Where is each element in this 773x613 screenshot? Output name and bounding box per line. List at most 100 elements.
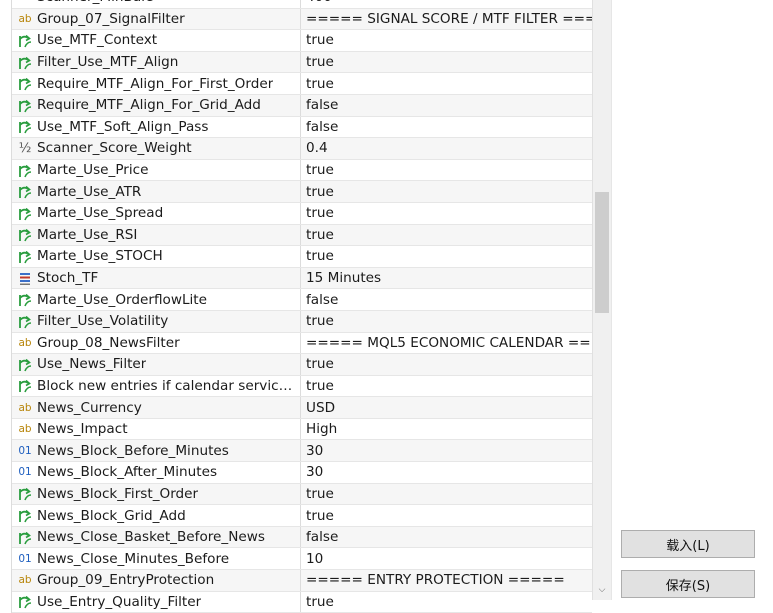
boolean-type-icon bbox=[16, 313, 34, 329]
param-value[interactable]: 0.4 bbox=[301, 138, 592, 159]
param-value[interactable]: ===== SIGNAL SCORE / MTF FILTER ===== bbox=[301, 9, 592, 30]
param-row[interactable]: 01 News_Close_Minutes_Before 10 bbox=[12, 548, 592, 571]
param-value[interactable]: USD bbox=[301, 397, 592, 418]
param-name-cell: Marte_Use_Spread bbox=[12, 202, 301, 224]
param-value[interactable]: true bbox=[301, 225, 592, 246]
param-row[interactable]: News_Block_Grid_Add true bbox=[12, 505, 592, 527]
param-name: News_Impact bbox=[37, 421, 128, 438]
param-name-cell: Block new entries if calendar service is… bbox=[12, 375, 301, 397]
param-value[interactable]: ===== ENTRY PROTECTION ===== bbox=[301, 570, 592, 591]
param-name: Group_09_EntryProtection bbox=[37, 572, 215, 589]
param-row[interactable]: ab Group_08_NewsFilter ===== MQL5 ECONOMIC… bbox=[12, 332, 592, 355]
integer-type-icon: 01 bbox=[18, 466, 32, 479]
param-row[interactable]: Require_MTF_Align_For_Grid_Add false bbox=[12, 94, 592, 117]
param-value[interactable]: true bbox=[301, 246, 592, 267]
vertical-scrollbar[interactable]: ⌵ bbox=[592, 0, 611, 600]
param-value[interactable]: false bbox=[301, 117, 592, 138]
param-row[interactable]: Marte_Use_OrderflowLite false bbox=[12, 289, 592, 311]
param-row[interactable]: Use_News_Filter true bbox=[12, 354, 592, 376]
param-name-cell: Stoch_TF bbox=[12, 267, 301, 289]
param-name-cell: Marte_Use_STOCH bbox=[12, 246, 301, 267]
param-name: Marte_Use_ATR bbox=[37, 183, 142, 200]
param-value[interactable]: true bbox=[301, 311, 592, 332]
param-row[interactable]: 01 News_Block_After_Minutes 30 bbox=[12, 462, 592, 484]
param-value[interactable]: ===== MQL5 ECONOMIC CALENDAR ===== bbox=[301, 333, 592, 354]
param-name-cell: 01 News_Block_Before_Minutes bbox=[12, 440, 301, 462]
param-row[interactable]: Marte_Use_ATR true bbox=[12, 181, 592, 203]
param-name: Scanner_Score_Weight bbox=[37, 140, 192, 157]
param-value[interactable]: true bbox=[301, 376, 592, 397]
param-value[interactable]: 10 bbox=[301, 548, 592, 569]
param-value[interactable]: 400 bbox=[301, 0, 592, 8]
param-row[interactable]: News_Close_Basket_Before_News false bbox=[12, 526, 592, 549]
param-name-cell: News_Block_Grid_Add bbox=[12, 505, 301, 526]
param-value[interactable]: true bbox=[301, 484, 592, 505]
param-row[interactable]: Marte_Use_RSI true bbox=[12, 224, 592, 247]
param-value[interactable]: true bbox=[301, 73, 592, 94]
param-row[interactable]: Use_MTF_Context true bbox=[12, 30, 592, 52]
scrollbar-thumb[interactable] bbox=[595, 192, 609, 313]
param-row[interactable]: Use_Entry_Quality_Filter true bbox=[12, 591, 592, 613]
param-value[interactable]: false bbox=[301, 527, 592, 548]
param-value[interactable]: true bbox=[301, 160, 592, 181]
integer-type-icon: 01 bbox=[18, 444, 32, 457]
param-row[interactable]: Filter_Use_Volatility true bbox=[12, 310, 592, 333]
param-name: Scanner_MinBars bbox=[37, 0, 154, 5]
param-row[interactable]: ab News_Currency USD bbox=[12, 397, 592, 419]
param-name: News_Block_Before_Minutes bbox=[37, 442, 229, 459]
param-name-cell: Marte_Use_RSI bbox=[12, 224, 301, 246]
integer-type-icon: 01 bbox=[18, 552, 32, 565]
boolean-type-icon bbox=[16, 162, 34, 178]
param-value[interactable]: 30 bbox=[301, 462, 592, 483]
param-name: News_Block_Grid_Add bbox=[37, 507, 186, 524]
param-value[interactable]: 30 bbox=[301, 440, 592, 461]
param-value[interactable]: 15 Minutes bbox=[301, 268, 592, 289]
boolean-type-icon bbox=[16, 356, 34, 372]
param-row[interactable]: 01Scanner_MinBars400 bbox=[12, 0, 592, 9]
param-value[interactable]: true bbox=[301, 203, 592, 224]
param-value[interactable]: true bbox=[301, 52, 592, 73]
param-row[interactable]: News_Block_First_Order true bbox=[12, 483, 592, 506]
param-value[interactable]: true bbox=[301, 505, 592, 526]
param-row[interactable]: Stoch_TF 15 Minutes bbox=[12, 267, 592, 290]
param-value[interactable]: true bbox=[301, 30, 592, 51]
param-row[interactable]: ab Group_07_SignalFilter ===== SIGNAL SCOR… bbox=[12, 8, 592, 31]
param-name: News_Block_After_Minutes bbox=[37, 464, 218, 481]
save-button[interactable]: 保存(S) bbox=[621, 570, 755, 598]
param-value[interactable]: true bbox=[301, 181, 592, 202]
param-name-cell: Marte_Use_Price bbox=[12, 159, 301, 181]
param-name: Marte_Use_Price bbox=[37, 162, 149, 179]
param-row[interactable]: Filter_Use_MTF_Align true bbox=[12, 51, 592, 74]
param-value[interactable]: false bbox=[301, 95, 592, 116]
param-name: Use_MTF_Context bbox=[37, 32, 158, 49]
param-value[interactable]: true bbox=[301, 592, 592, 613]
param-row[interactable]: Require_MTF_Align_For_First_Order true bbox=[12, 73, 592, 95]
param-row[interactable]: ab Group_09_EntryProtection ===== ENTRY PR… bbox=[12, 570, 592, 592]
param-row[interactable]: Block new entries if calendar service is… bbox=[12, 375, 592, 398]
param-row[interactable]: Marte_Use_Price true bbox=[12, 159, 592, 182]
double-type-icon: ½ bbox=[18, 140, 32, 156]
param-row[interactable]: 01 News_Block_Before_Minutes 30 bbox=[12, 440, 592, 463]
load-button[interactable]: 载入(L) bbox=[621, 530, 755, 558]
boolean-type-icon bbox=[16, 248, 34, 264]
param-name: News_Block_First_Order bbox=[37, 485, 199, 502]
param-value[interactable]: false bbox=[301, 289, 592, 310]
scroll-down-arrow-icon[interactable]: ⌵ bbox=[597, 585, 607, 595]
param-row[interactable]: ½ Scanner_Score_Weight 0.4 bbox=[12, 138, 592, 160]
boolean-type-icon bbox=[16, 184, 34, 200]
param-row[interactable]: Marte_Use_Spread true bbox=[12, 202, 592, 225]
param-row[interactable]: Marte_Use_STOCH true bbox=[12, 246, 592, 268]
panel-divider bbox=[611, 0, 612, 600]
boolean-type-icon bbox=[16, 378, 34, 394]
param-row[interactable]: Use_MTF_Soft_Align_Pass false bbox=[12, 116, 592, 139]
param-name: Stoch_TF bbox=[37, 270, 99, 287]
param-value[interactable]: true bbox=[301, 354, 592, 375]
param-value[interactable]: High bbox=[301, 419, 592, 440]
param-row[interactable]: ab News_Impact High bbox=[12, 418, 592, 441]
parameters-grid: 01 Scanner_MinBars 400abGroup_07_SignalFil… bbox=[11, 0, 592, 613]
boolean-type-icon bbox=[16, 76, 34, 92]
param-name-cell: ab Group_09_EntryProtection bbox=[12, 570, 301, 591]
boolean-type-icon bbox=[16, 119, 34, 135]
boolean-type-icon bbox=[16, 292, 34, 308]
param-name: Group_08_NewsFilter bbox=[37, 334, 180, 351]
